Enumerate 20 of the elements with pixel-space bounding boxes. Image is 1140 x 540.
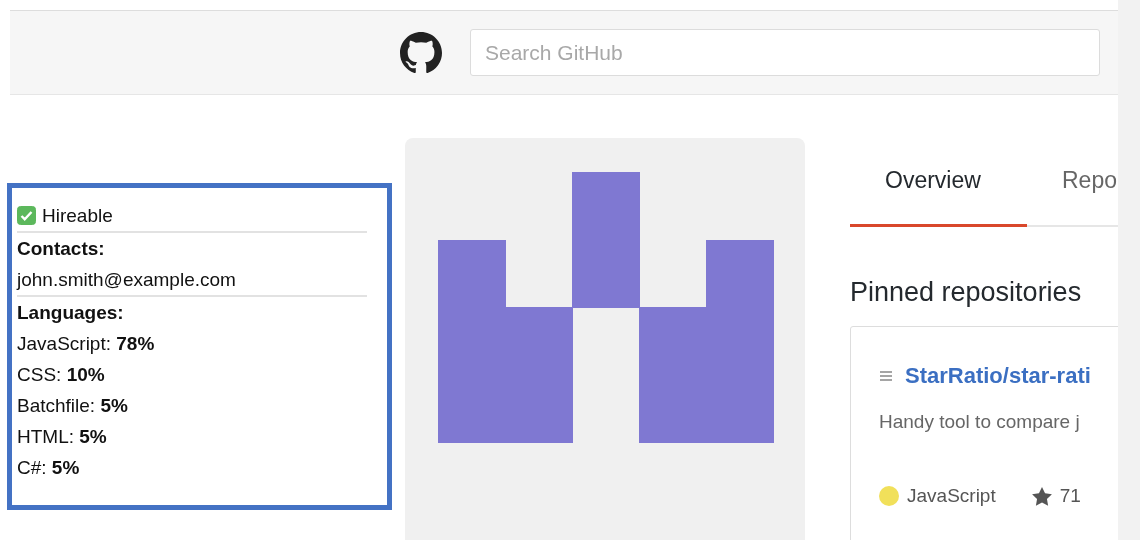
language-share: Batchfile: 5%	[17, 394, 128, 418]
logo-icon[interactable]	[400, 31, 442, 74]
repo-description: Handy tool to compare j	[879, 411, 1081, 433]
repo-link[interactable]: StarRatio/star-rati	[905, 363, 1091, 389]
languages-heading: Languages:	[17, 301, 124, 325]
hireable-label: Hireable	[42, 204, 113, 228]
pinned-heading: Pinned repositories	[850, 277, 1083, 308]
contacts-heading: Contacts:	[17, 237, 105, 261]
language-share: CSS: 10%	[17, 363, 105, 387]
profile-tab[interactable]: Overview	[850, 167, 1027, 227]
language-share: JavaScript: 78%	[17, 332, 155, 356]
repo-icon	[879, 369, 893, 383]
profile-tab[interactable]: Repo	[1027, 167, 1118, 227]
star-count: 71	[1059, 485, 1081, 507]
search-field[interactable]: Search GitHub	[470, 29, 1100, 76]
star-icon	[1031, 486, 1052, 506]
language-name: JavaScript	[907, 485, 996, 507]
language-share: C#: 5%	[17, 456, 80, 480]
language-share: HTML: 5%	[17, 425, 107, 449]
email-text: john.smith@example.com	[17, 268, 236, 292]
